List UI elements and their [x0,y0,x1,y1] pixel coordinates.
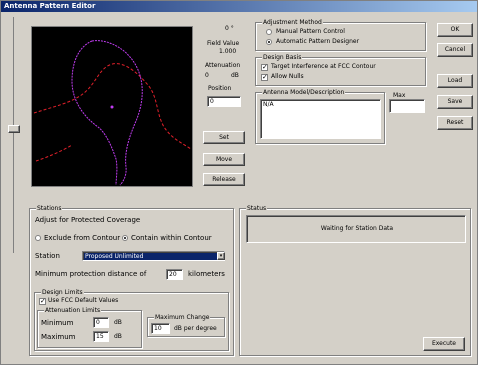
adjustment-method-legend: Adjustment Method [262,18,323,27]
design-limits-legend: Design Limits [41,288,84,297]
attenuation-value: 0 [205,72,209,79]
antenna-model-group: Antenna Model/Description N/A [255,88,385,144]
maximum-change-legend: Maximum Change [154,313,211,322]
rotation-slider-thumb[interactable] [8,125,20,133]
contain-contour-radio[interactable] [122,235,128,241]
station-label: Station [35,252,60,260]
chevron-down-icon[interactable]: ▾ [217,252,225,260]
station-select[interactable]: Proposed Unlimited [82,251,225,261]
use-fcc-defaults-checkbox[interactable]: ✓ [39,298,46,305]
maximum-unit: dB [114,333,122,340]
antenna-pattern-lobe [71,40,118,186]
maximum-change-unit: dB per degree [174,325,217,332]
minimum-label: Minimum [41,319,74,327]
status-message: Waiting for Station Data [246,215,466,243]
station-marker [110,105,114,109]
pattern-plot-canvas [33,40,192,186]
use-fcc-defaults-label: Use FCC Default Values [48,297,119,304]
load-button[interactable]: Load [437,74,473,88]
min-distance-unit: kilometers [188,270,225,278]
window-title: Antenna Pattern Editor [1,1,477,12]
status-group: Status Waiting for Station Data Execute [239,204,471,356]
manual-pattern-radio[interactable] [266,29,272,35]
exclude-contour-radio[interactable] [35,235,41,241]
angle-readout: 0 ° [225,25,234,32]
design-basis-group: Design Basis ✓ Target Interference at FC… [255,53,426,86]
min-distance-label: Minimum protection distance of [35,270,147,278]
minimum-input[interactable]: 0 [93,317,109,328]
adjust-protected-label: Adjust for Protected Coverage [35,216,141,224]
target-interference-checkbox[interactable]: ✓ [261,64,268,71]
field-value-label: Field Value [207,40,240,47]
position-input[interactable]: 0 [207,96,241,107]
exclude-contour-label: Exclude from Contour [44,234,121,242]
move-button[interactable]: Move [203,153,245,166]
save-button[interactable]: Save [437,95,473,109]
position-label: Position [208,85,232,92]
stations-legend: Stations [36,204,63,213]
field-value: 1.000 [219,48,237,55]
attenuation-unit: dB [231,72,239,79]
max-input[interactable] [389,99,425,113]
execute-button[interactable]: Execute [423,337,465,351]
design-basis-legend: Design Basis [262,53,303,62]
target-interference-label: Target Interference at FCC Contour [271,63,376,70]
automatic-designer-label: Automatic Pattern Designer [276,38,360,45]
automatic-designer-radio[interactable] [266,39,272,45]
maximum-input[interactable]: 15 [93,331,109,342]
contain-contour-label: Contain within Contour [131,234,212,242]
min-distance-input[interactable]: 20 [166,269,183,280]
minimum-unit: dB [114,319,122,326]
cancel-button[interactable]: Cancel [437,43,473,57]
antenna-model-legend: Antenna Model/Description [262,88,346,97]
maximum-change-group: Maximum Change 10 dB per degree [147,313,225,337]
status-legend: Status [246,204,268,213]
pattern-plot[interactable] [31,26,193,187]
ok-button[interactable]: OK [437,23,473,37]
release-button[interactable]: Release [203,173,245,186]
contour-segment [35,144,73,162]
stations-group: Stations Adjust for Protected Coverage E… [29,204,234,356]
maximum-change-input[interactable]: 10 [151,323,170,334]
reset-button[interactable]: Reset [437,116,473,130]
attenuation-limits-group: Attenuation Limits Minimum 0 dB Maximum … [37,306,142,348]
manual-pattern-label: Manual Pattern Control [276,28,345,35]
set-button[interactable]: Set [203,131,245,144]
adjustment-method-group: Adjustment Method Manual Pattern Control… [255,18,426,51]
allow-nulls-checkbox[interactable]: ✓ [261,74,268,81]
rotation-slider-track[interactable] [13,17,14,253]
design-limits-group: Design Limits ✓ Use FCC Default Values A… [34,288,229,351]
allow-nulls-label: Allow Nulls [271,73,304,80]
antenna-pattern-line [91,40,143,186]
maximum-label: Maximum [41,333,76,341]
attenuation-label: Attenuation [205,62,241,69]
antenna-description-textarea[interactable]: N/A [260,99,381,139]
attenuation-limits-legend: Attenuation Limits [44,306,102,315]
antenna-pattern-editor-window: Antenna Pattern Editor 0 ° Field Value 1… [0,0,478,365]
